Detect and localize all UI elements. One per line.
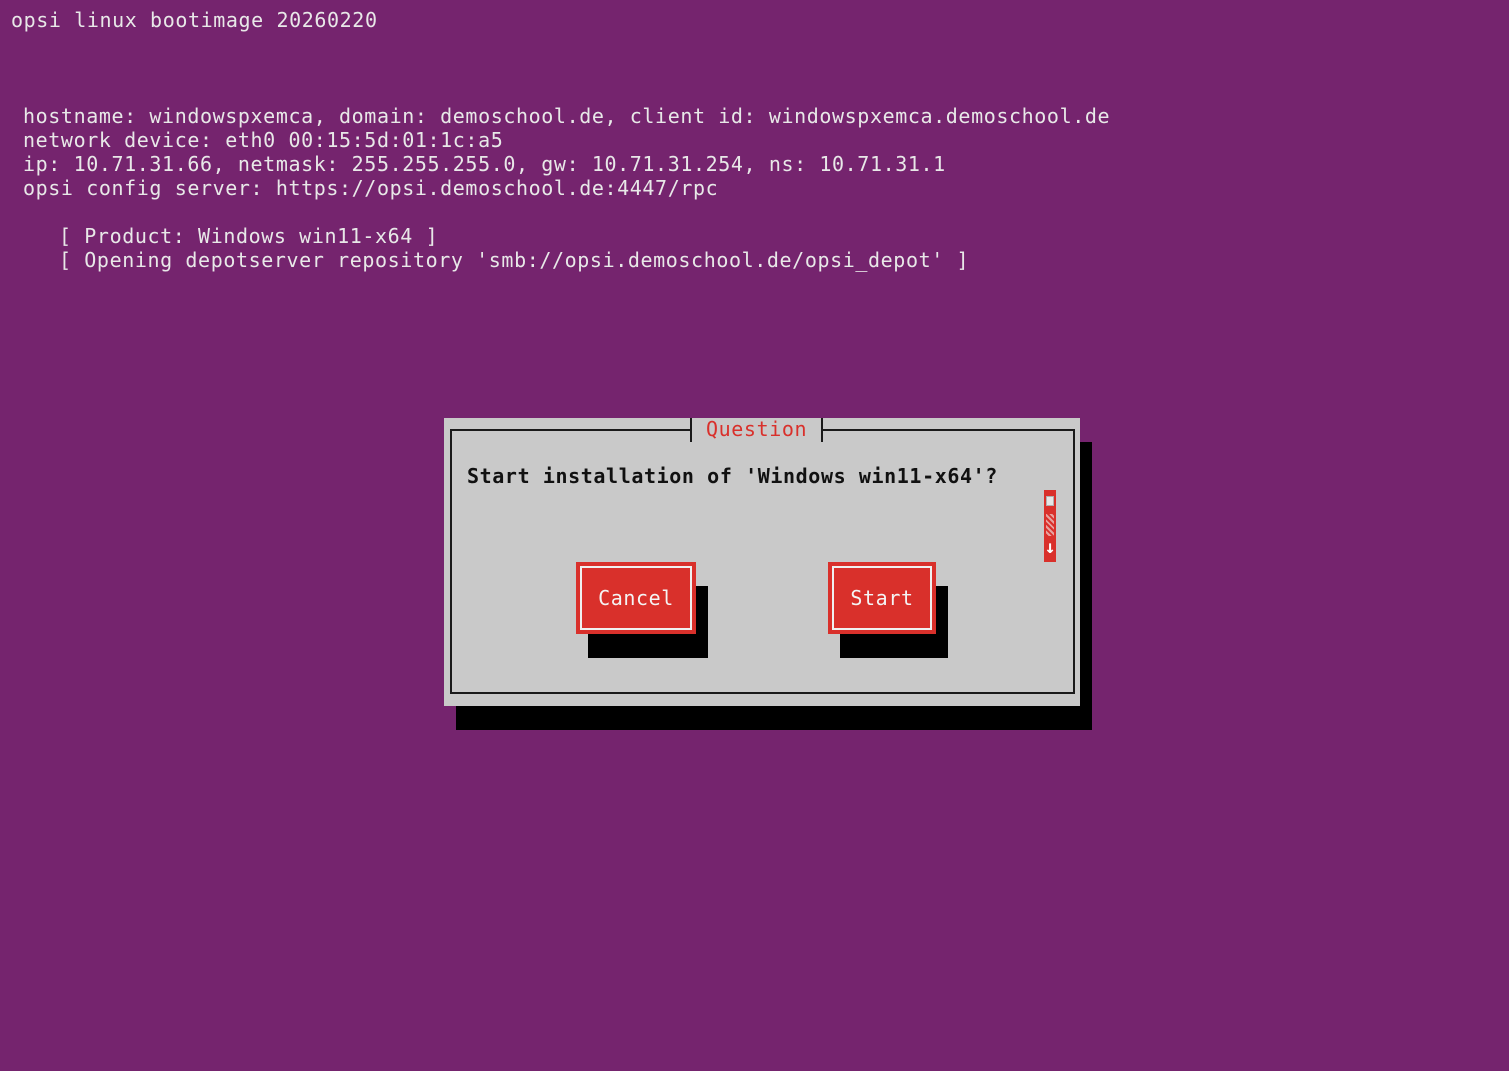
dialog-title: Question	[690, 418, 824, 442]
cancel-button[interactable]: Cancel	[576, 562, 696, 634]
scroll-down-arrow-icon[interactable]: ↓	[1044, 538, 1056, 558]
question-dialog: Question Start installation of 'Windows …	[444, 418, 1080, 706]
start-button-label: Start	[832, 566, 932, 630]
scrollbar-thumb[interactable]	[1046, 496, 1054, 506]
cancel-button-label: Cancel	[580, 566, 692, 630]
ip-config-line: ip: 10.71.31.66, netmask: 255.255.255.0,…	[23, 152, 946, 176]
dialog-scrollbar[interactable]: ↓	[1044, 490, 1056, 562]
product-status-line: [ Product: Windows win11-x64 ]	[59, 224, 439, 248]
config-server-line: opsi config server: https://opsi.demosch…	[23, 176, 719, 200]
scrollbar-track[interactable]	[1046, 514, 1054, 536]
depot-status-line: [ Opening depotserver repository 'smb://…	[59, 248, 970, 272]
dialog-message: Start installation of 'Windows win11-x64…	[467, 464, 998, 488]
client-hostname-line: hostname: windowspxemca, domain: demosch…	[23, 104, 1111, 128]
network-device-line: network device: eth0 00:15:5d:01:1c:a5	[23, 128, 504, 152]
bootimage-title: opsi linux bootimage 20260220	[11, 8, 378, 32]
start-button[interactable]: Start	[828, 562, 936, 634]
